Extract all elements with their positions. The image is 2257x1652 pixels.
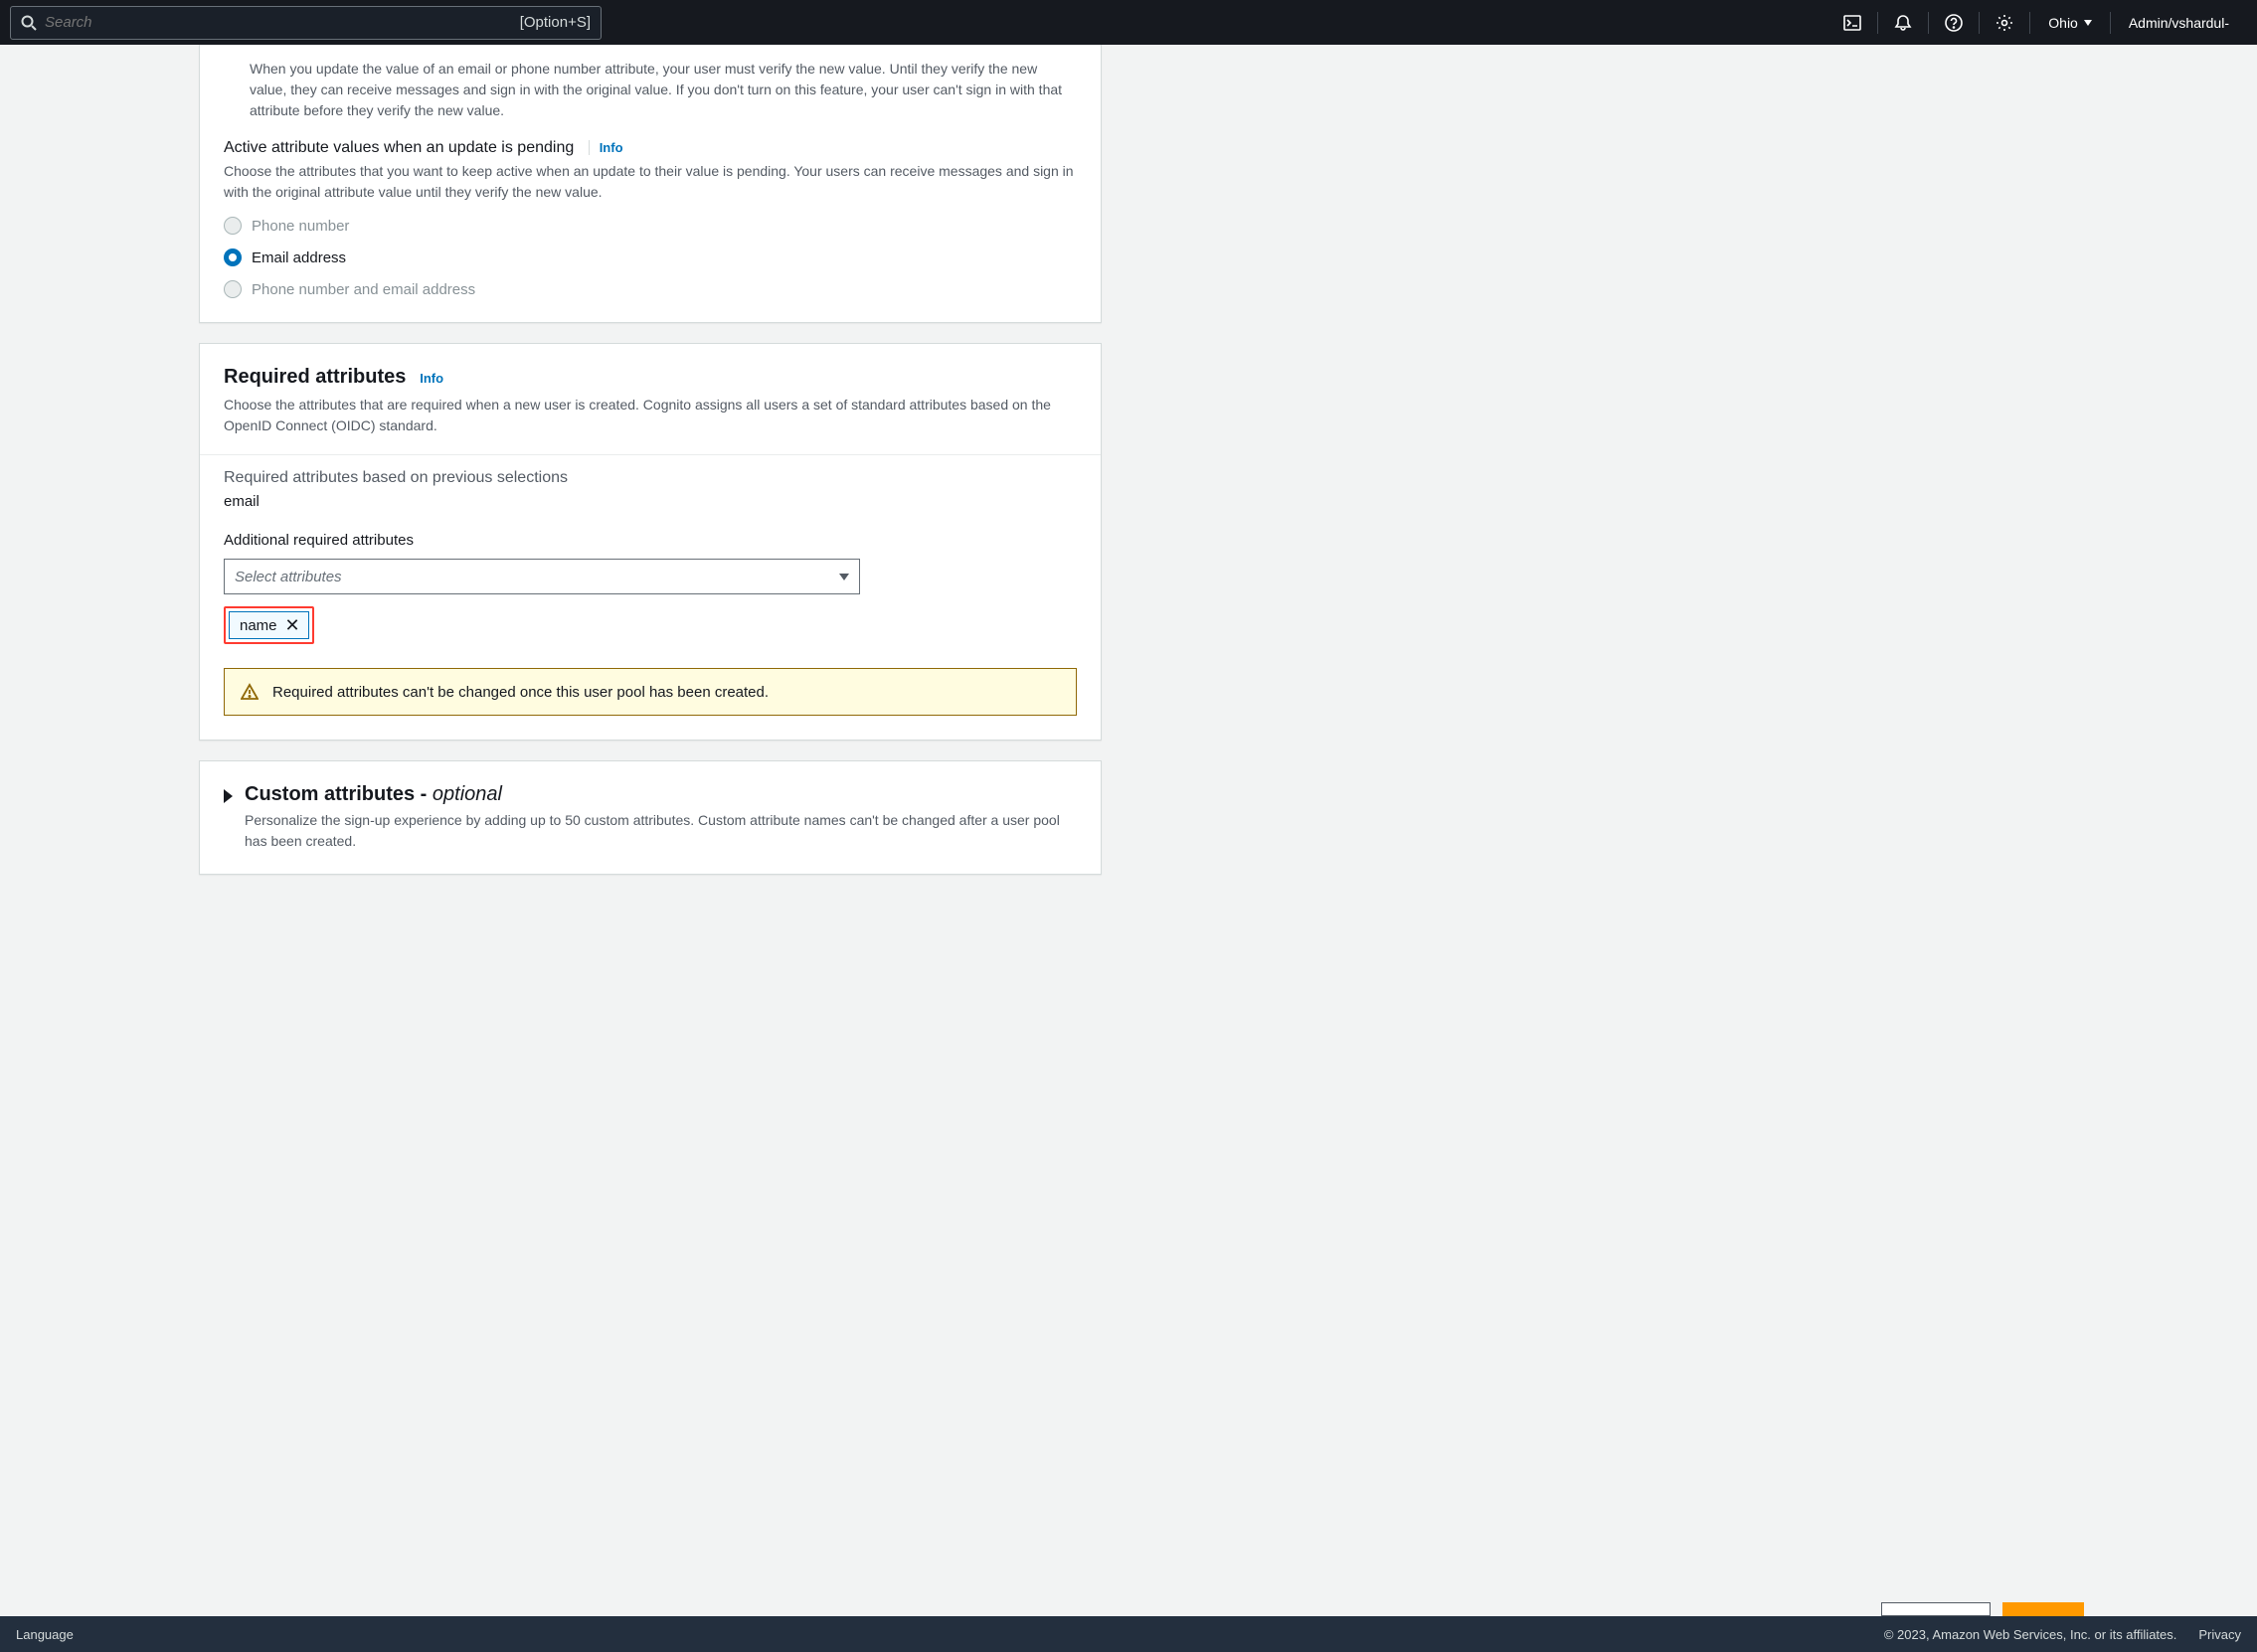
active-attr-heading: Active attribute values when an update i… bbox=[224, 139, 1077, 157]
prev-selections-label: Required attributes based on previous se… bbox=[224, 469, 1077, 487]
required-panel: Required attributes Info Choose the attr… bbox=[199, 343, 1102, 741]
alert-text: Required attributes can't be changed onc… bbox=[272, 684, 769, 701]
warning-alert: Required attributes can't be changed onc… bbox=[224, 668, 1077, 716]
settings-icon[interactable] bbox=[1980, 0, 2029, 45]
radio-label: Phone number and email address bbox=[252, 281, 475, 298]
footer: Language © 2023, Amazon Web Services, In… bbox=[0, 1616, 2257, 1652]
search-box[interactable]: [Option+S] bbox=[10, 6, 602, 40]
info-link[interactable]: Info bbox=[589, 140, 623, 155]
search-icon bbox=[21, 15, 37, 31]
language-selector[interactable]: Language bbox=[16, 1627, 74, 1642]
nav-icons: Ohio Admin/vshardul- bbox=[1827, 0, 2247, 45]
region-label: Ohio bbox=[2048, 15, 2078, 31]
verify-panel: When you update the value of an email or… bbox=[199, 45, 1102, 323]
top-nav: [Option+S] Ohio Admin/vshardul- bbox=[0, 0, 2257, 45]
region-selector[interactable]: Ohio bbox=[2030, 0, 2110, 45]
secondary-button[interactable] bbox=[1881, 1602, 1991, 1616]
chevron-down-icon bbox=[2084, 20, 2092, 26]
radio-icon bbox=[224, 248, 242, 266]
user-label: Admin/vshardul- bbox=[2129, 15, 2229, 31]
custom-desc: Personalize the sign-up experience by ad… bbox=[245, 810, 1077, 852]
chevron-down-icon bbox=[839, 574, 849, 580]
radio-label: Phone number bbox=[252, 218, 349, 235]
select-placeholder: Select attributes bbox=[235, 569, 342, 585]
caret-right-icon bbox=[224, 789, 233, 803]
search-input[interactable] bbox=[37, 14, 520, 31]
prev-selections-value: email bbox=[224, 493, 1077, 510]
privacy-link[interactable]: Privacy bbox=[2198, 1627, 2241, 1642]
radio-icon bbox=[224, 280, 242, 298]
close-icon[interactable]: ✕ bbox=[285, 616, 300, 634]
primary-button[interactable] bbox=[2002, 1602, 2084, 1616]
radio-label: Email address bbox=[252, 249, 346, 266]
help-icon[interactable] bbox=[1929, 0, 1979, 45]
radio-icon bbox=[224, 217, 242, 235]
attribute-token-name: name ✕ bbox=[229, 611, 309, 639]
radio-both[interactable]: Phone number and email address bbox=[224, 280, 1077, 298]
custom-panel: Custom attributes - optional Personalize… bbox=[199, 760, 1102, 875]
notifications-icon[interactable] bbox=[1878, 0, 1928, 45]
active-attr-desc: Choose the attributes that you want to k… bbox=[224, 161, 1077, 203]
warning-icon bbox=[241, 683, 259, 701]
custom-title: Custom attributes - optional bbox=[245, 783, 1077, 806]
additional-label: Additional required attributes bbox=[224, 532, 1077, 549]
radio-email[interactable]: Email address bbox=[224, 248, 1077, 266]
info-link[interactable]: Info bbox=[414, 371, 443, 386]
token-highlight: name ✕ bbox=[224, 606, 314, 644]
additional-attributes-select[interactable]: Select attributes bbox=[224, 559, 860, 594]
custom-expander[interactable]: Custom attributes - optional Personalize… bbox=[200, 761, 1101, 874]
cloudshell-icon[interactable] bbox=[1827, 0, 1877, 45]
radio-phone[interactable]: Phone number bbox=[224, 217, 1077, 235]
required-title: Required attributes bbox=[224, 366, 406, 388]
verify-desc: When you update the value of an email or… bbox=[250, 59, 1077, 121]
search-shortcut: [Option+S] bbox=[520, 14, 591, 31]
required-desc: Choose the attributes that are required … bbox=[224, 395, 1077, 436]
user-menu[interactable]: Admin/vshardul- bbox=[2111, 0, 2247, 45]
wizard-actions bbox=[1881, 1602, 2084, 1616]
token-label: name bbox=[240, 617, 277, 634]
copyright: © 2023, Amazon Web Services, Inc. or its… bbox=[1884, 1627, 2177, 1642]
